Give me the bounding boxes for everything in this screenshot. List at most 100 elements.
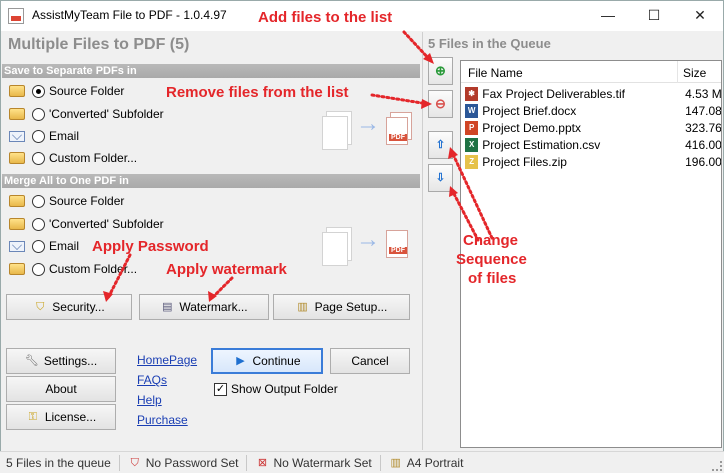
- queue-heading: 5 Files in the Queue: [428, 36, 551, 51]
- radio-button[interactable]: [32, 239, 45, 253]
- annotation-add-files: Add files to the list: [258, 9, 393, 26]
- resize-grip[interactable]: [712, 461, 722, 471]
- radio-button[interactable]: [32, 217, 45, 231]
- merge-option-email[interactable]: Email: [8, 237, 79, 255]
- page-setup-button[interactable]: ▥ Page Setup...: [273, 294, 410, 320]
- page-title: Multiple Files to PDF (5): [8, 36, 190, 53]
- powerpoint-icon: P: [465, 120, 479, 135]
- arrow-down-icon: ⇩: [435, 172, 446, 184]
- homepage-link[interactable]: HomePage: [137, 353, 197, 367]
- close-button[interactable]: ✕: [677, 1, 723, 30]
- merge-option-converted-subfolder[interactable]: 'Converted' Subfolder: [8, 215, 164, 233]
- zip-icon: Z: [465, 154, 479, 169]
- continue-button[interactable]: ▶ Continue: [211, 348, 323, 374]
- option-label: Source Folder: [49, 84, 125, 98]
- table-row[interactable]: Z Project Files.zip 196.00: [465, 153, 722, 170]
- radio-button[interactable]: [32, 262, 45, 276]
- annotation-change-3: of files: [468, 270, 517, 287]
- radio-button[interactable]: [32, 194, 45, 208]
- status-page: A4 Portrait: [406, 455, 464, 470]
- file-name: Project Brief.docx: [482, 103, 577, 118]
- status-password: No Password Set: [145, 455, 239, 470]
- purchase-link[interactable]: Purchase: [137, 413, 188, 427]
- page-icon: ▥: [390, 456, 401, 469]
- checkbox-label: Show Output Folder: [231, 382, 338, 396]
- merge-option-custom-folder[interactable]: Custom Folder...: [8, 260, 137, 278]
- annotation-change-1: Change: [463, 232, 519, 249]
- table-row[interactable]: X Project Estimation.csv 416.00: [465, 136, 722, 153]
- separate-option-email[interactable]: Email: [8, 127, 79, 145]
- radio-button[interactable]: [32, 151, 45, 165]
- separate-option-converted-subfolder[interactable]: 'Converted' Subfolder: [8, 105, 164, 123]
- status-bar: 5 Files in the queue ⛉ No Password Set ⊠…: [0, 451, 724, 473]
- wrench-icon: 🔧︎: [24, 355, 39, 367]
- file-size: 4.53 MI: [685, 86, 722, 101]
- folder-icon: [8, 216, 26, 232]
- merge-option-source-folder[interactable]: Source Folder: [8, 192, 124, 210]
- separate-section-header: Save to Separate PDFs in: [2, 64, 420, 78]
- annotation-apply-watermark: Apply watermark: [166, 261, 287, 278]
- file-size: 416.00: [685, 137, 722, 152]
- radio-button[interactable]: [32, 84, 45, 98]
- pdf-icon: PDF: [386, 117, 408, 145]
- separate-option-source-folder[interactable]: Source Folder: [8, 82, 124, 100]
- email-icon: [8, 128, 26, 144]
- panel-divider: [422, 32, 423, 450]
- option-label: Source Folder: [49, 194, 125, 208]
- arrow-up-icon: ⇧: [435, 139, 446, 151]
- column-header-size[interactable]: Size: [683, 66, 706, 80]
- security-button[interactable]: ⛉ Security...: [6, 294, 132, 320]
- add-files-button[interactable]: ⊕: [428, 57, 453, 85]
- move-up-button[interactable]: ⇧: [428, 131, 453, 159]
- file-name: Project Demo.pptx: [482, 120, 581, 135]
- option-label: 'Converted' Subfolder: [49, 107, 164, 121]
- show-output-folder-checkbox[interactable]: ✓ Show Output Folder: [214, 382, 338, 396]
- window-title: AssistMyTeam File to PDF - 1.0.4.97: [32, 8, 227, 22]
- file-name: Project Files.zip: [482, 154, 567, 169]
- table-row[interactable]: W Project Brief.docx 147.08: [465, 102, 721, 119]
- faqs-link[interactable]: FAQs: [137, 373, 167, 387]
- watermark-button[interactable]: ▤ Watermark...: [139, 294, 269, 320]
- email-icon: [8, 238, 26, 254]
- checkbox[interactable]: ✓: [214, 382, 227, 396]
- annotation-change-2: Sequence: [456, 251, 527, 268]
- column-separator: [677, 61, 678, 83]
- app-icon: [8, 8, 24, 24]
- option-label: 'Converted' Subfolder: [49, 217, 164, 231]
- option-label: Custom Folder...: [49, 151, 138, 165]
- folder-icon: [8, 83, 26, 99]
- maximize-button[interactable]: ☐: [631, 1, 677, 30]
- radio-button[interactable]: [32, 129, 45, 143]
- status-queue: 5 Files in the queue: [6, 455, 111, 470]
- license-button[interactable]: ⚿ License...: [6, 404, 116, 430]
- folder-icon: [8, 193, 26, 209]
- watermark-icon: ▤: [162, 301, 173, 313]
- annotation-remove-files: Remove files from the list: [166, 84, 349, 101]
- arrow-icon: →: [356, 226, 380, 253]
- play-icon: ▶: [236, 355, 245, 367]
- about-button[interactable]: About: [6, 376, 116, 402]
- option-label: Custom Folder...: [49, 262, 138, 276]
- help-link[interactable]: Help: [137, 393, 162, 407]
- page-setup-icon: ▥: [297, 301, 308, 313]
- cancel-button[interactable]: Cancel: [330, 348, 410, 374]
- annotation-apply-password: Apply Password: [92, 238, 209, 255]
- settings-button[interactable]: 🔧︎ Settings...: [6, 348, 116, 374]
- minimize-button[interactable]: —: [585, 1, 631, 30]
- radio-button[interactable]: [32, 107, 45, 121]
- file-name: Project Estimation.csv: [482, 137, 601, 152]
- file-size: 196.00: [685, 154, 722, 169]
- table-row[interactable]: P Project Demo.pptx 323.76: [465, 119, 722, 136]
- column-header-name[interactable]: File Name: [468, 66, 523, 80]
- word-icon: W: [465, 103, 479, 118]
- key-icon: ⚿: [28, 411, 37, 423]
- separate-option-custom-folder[interactable]: Custom Folder...: [8, 149, 137, 167]
- file-size: 323.76: [685, 120, 722, 135]
- move-down-button[interactable]: ⇩: [428, 164, 453, 192]
- remove-files-button[interactable]: ⊖: [428, 90, 453, 118]
- status-watermark: No Watermark Set: [273, 455, 372, 470]
- table-row[interactable]: ✱ Fax Project Deliverables.tif 4.53 MI: [465, 85, 722, 102]
- no-watermark-icon: ⊠: [257, 456, 268, 469]
- option-label: Email: [49, 239, 80, 253]
- add-file-icon: ⊕: [435, 63, 446, 78]
